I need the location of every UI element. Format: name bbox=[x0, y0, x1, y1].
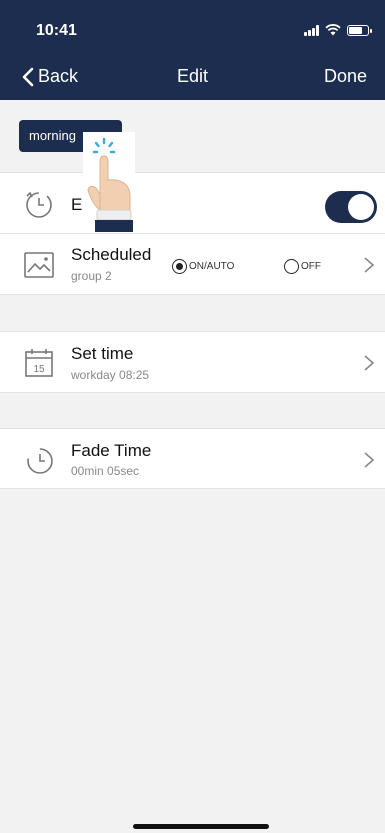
radio-on-auto-label: ON/AUTO bbox=[189, 261, 235, 272]
scheduled-subtitle: group 2 bbox=[71, 269, 112, 283]
clock-icon bbox=[27, 448, 53, 474]
set-time-row[interactable]: 15 Set time workday 08:25 bbox=[0, 331, 385, 393]
radio-on-auto[interactable]: ON/AUTO bbox=[172, 259, 234, 274]
tap-hint-hand-icon bbox=[83, 132, 135, 232]
chevron-right-icon bbox=[364, 452, 375, 468]
status-icons bbox=[304, 24, 372, 36]
set-time-title: Set time bbox=[71, 344, 134, 363]
name-area: morning bbox=[0, 100, 385, 172]
toggle-knob bbox=[348, 194, 374, 220]
scheduled-title: Scheduled bbox=[71, 245, 152, 264]
radio-on-auto-circle bbox=[172, 259, 187, 274]
chevron-right-icon bbox=[364, 355, 375, 371]
scheduled-row[interactable]: Scheduled group 2 ON/AUTO OFF bbox=[0, 234, 385, 295]
enable-toggle[interactable] bbox=[325, 191, 377, 223]
calendar-number: 15 bbox=[33, 364, 45, 375]
done-button[interactable]: Done bbox=[324, 66, 367, 87]
status-time: 10:41 bbox=[36, 22, 77, 39]
fade-time-row[interactable]: Fade Time 00min 05sec bbox=[0, 428, 385, 489]
chevron-right-icon bbox=[364, 257, 375, 273]
enable-row: En bbox=[0, 172, 385, 234]
radio-off-circle bbox=[284, 259, 299, 274]
wifi-icon bbox=[325, 24, 341, 36]
signal-icon bbox=[304, 24, 319, 36]
set-time-subtitle: workday 08:25 bbox=[71, 368, 150, 382]
picture-icon bbox=[24, 252, 54, 278]
timer-enable-icon bbox=[26, 191, 52, 218]
calendar-icon: 15 bbox=[25, 349, 53, 377]
status-bar: 10:41 bbox=[0, 0, 385, 52]
fade-time-subtitle: 00min 05sec bbox=[71, 464, 140, 478]
battery-icon bbox=[347, 24, 372, 36]
nav-bar: Back Edit Done bbox=[0, 52, 385, 100]
radio-off[interactable]: OFF bbox=[284, 259, 321, 274]
home-indicator[interactable] bbox=[133, 824, 269, 829]
fade-time-title: Fade Time bbox=[71, 441, 152, 460]
radio-off-label: OFF bbox=[301, 261, 321, 272]
scene-name-text: morning bbox=[29, 128, 76, 143]
